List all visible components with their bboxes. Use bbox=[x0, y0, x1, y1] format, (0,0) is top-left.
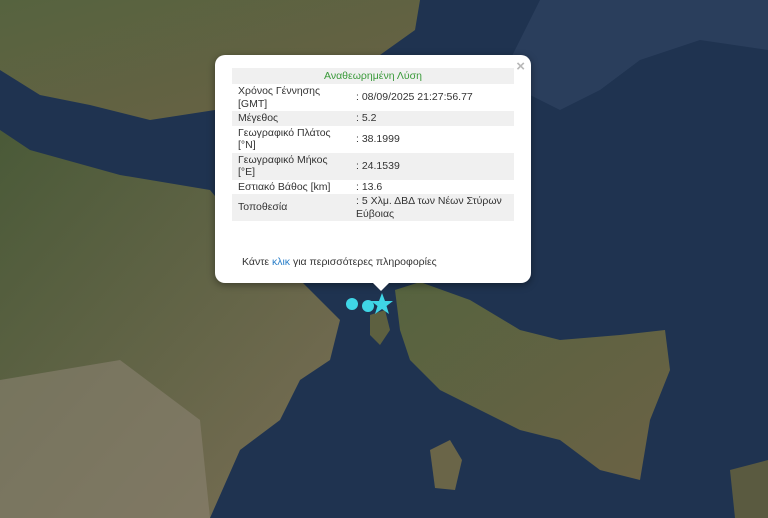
row-label: Γεωγραφικό Μήκος [°E] bbox=[232, 152, 352, 180]
table-row: Εστιακό Βάθος [km] : 13.6 bbox=[232, 180, 514, 195]
row-label: Χρόνος Γέννησης [GMT] bbox=[238, 85, 321, 110]
table-row: Χρόνος Γέννησης [GMT] : 08/09/2025 21:27:… bbox=[232, 84, 514, 111]
table-row: Γεωγραφικό Πλάτος [°N] : 38.1999 bbox=[232, 126, 514, 153]
row-value: : 5 Χλμ. ΔΒΔ των Νέων Στύρων Εύβοιας bbox=[352, 194, 514, 221]
island bbox=[730, 460, 768, 518]
earthquake-star-icon[interactable] bbox=[370, 292, 394, 316]
table-row: Γεωγραφικό Μήκος [°E]: 24.1539 bbox=[232, 152, 514, 180]
earthquake-popup: × Αναθεωρημένη Λύση Χρόνος Γέννησης [GMT… bbox=[215, 55, 531, 291]
row-label: Τοποθεσία bbox=[232, 194, 352, 221]
earthquake-marker-dot[interactable] bbox=[346, 298, 358, 310]
row-value: : 38.1999 bbox=[356, 132, 400, 145]
row-label: Γεωγραφικό Πλάτος [°N] bbox=[238, 126, 331, 152]
table-row: Τοποθεσία: 5 Χλμ. ΔΒΔ των Νέων Στύρων Εύ… bbox=[232, 194, 514, 221]
more-info-text: Κάντε κλικ για περισσότερες πληροφορίες bbox=[242, 256, 437, 268]
close-icon[interactable]: × bbox=[516, 58, 525, 75]
row-value: : 24.1539 bbox=[352, 152, 514, 180]
row-value: : 13.6 bbox=[356, 180, 383, 193]
more-suffix: για περισσότερες πληροφορίες bbox=[290, 256, 437, 268]
row-label: Μέγεθος bbox=[232, 111, 352, 126]
row-label: Εστιακό Βάθος [km] bbox=[238, 180, 331, 193]
more-info-link[interactable]: κλικ bbox=[272, 256, 290, 268]
table-row: Μέγεθος: 5.2 bbox=[232, 111, 514, 126]
row-value: : 5.2 bbox=[352, 111, 514, 126]
earthquake-info-table: Αναθεωρημένη Λύση Χρόνος Γέννησης [GMT]:… bbox=[232, 68, 514, 221]
more-prefix: Κάντε bbox=[242, 256, 272, 268]
popup-title: Αναθεωρημένη Λύση bbox=[232, 68, 514, 84]
row-value: : 08/09/2025 21:27:56.77 bbox=[356, 91, 473, 104]
